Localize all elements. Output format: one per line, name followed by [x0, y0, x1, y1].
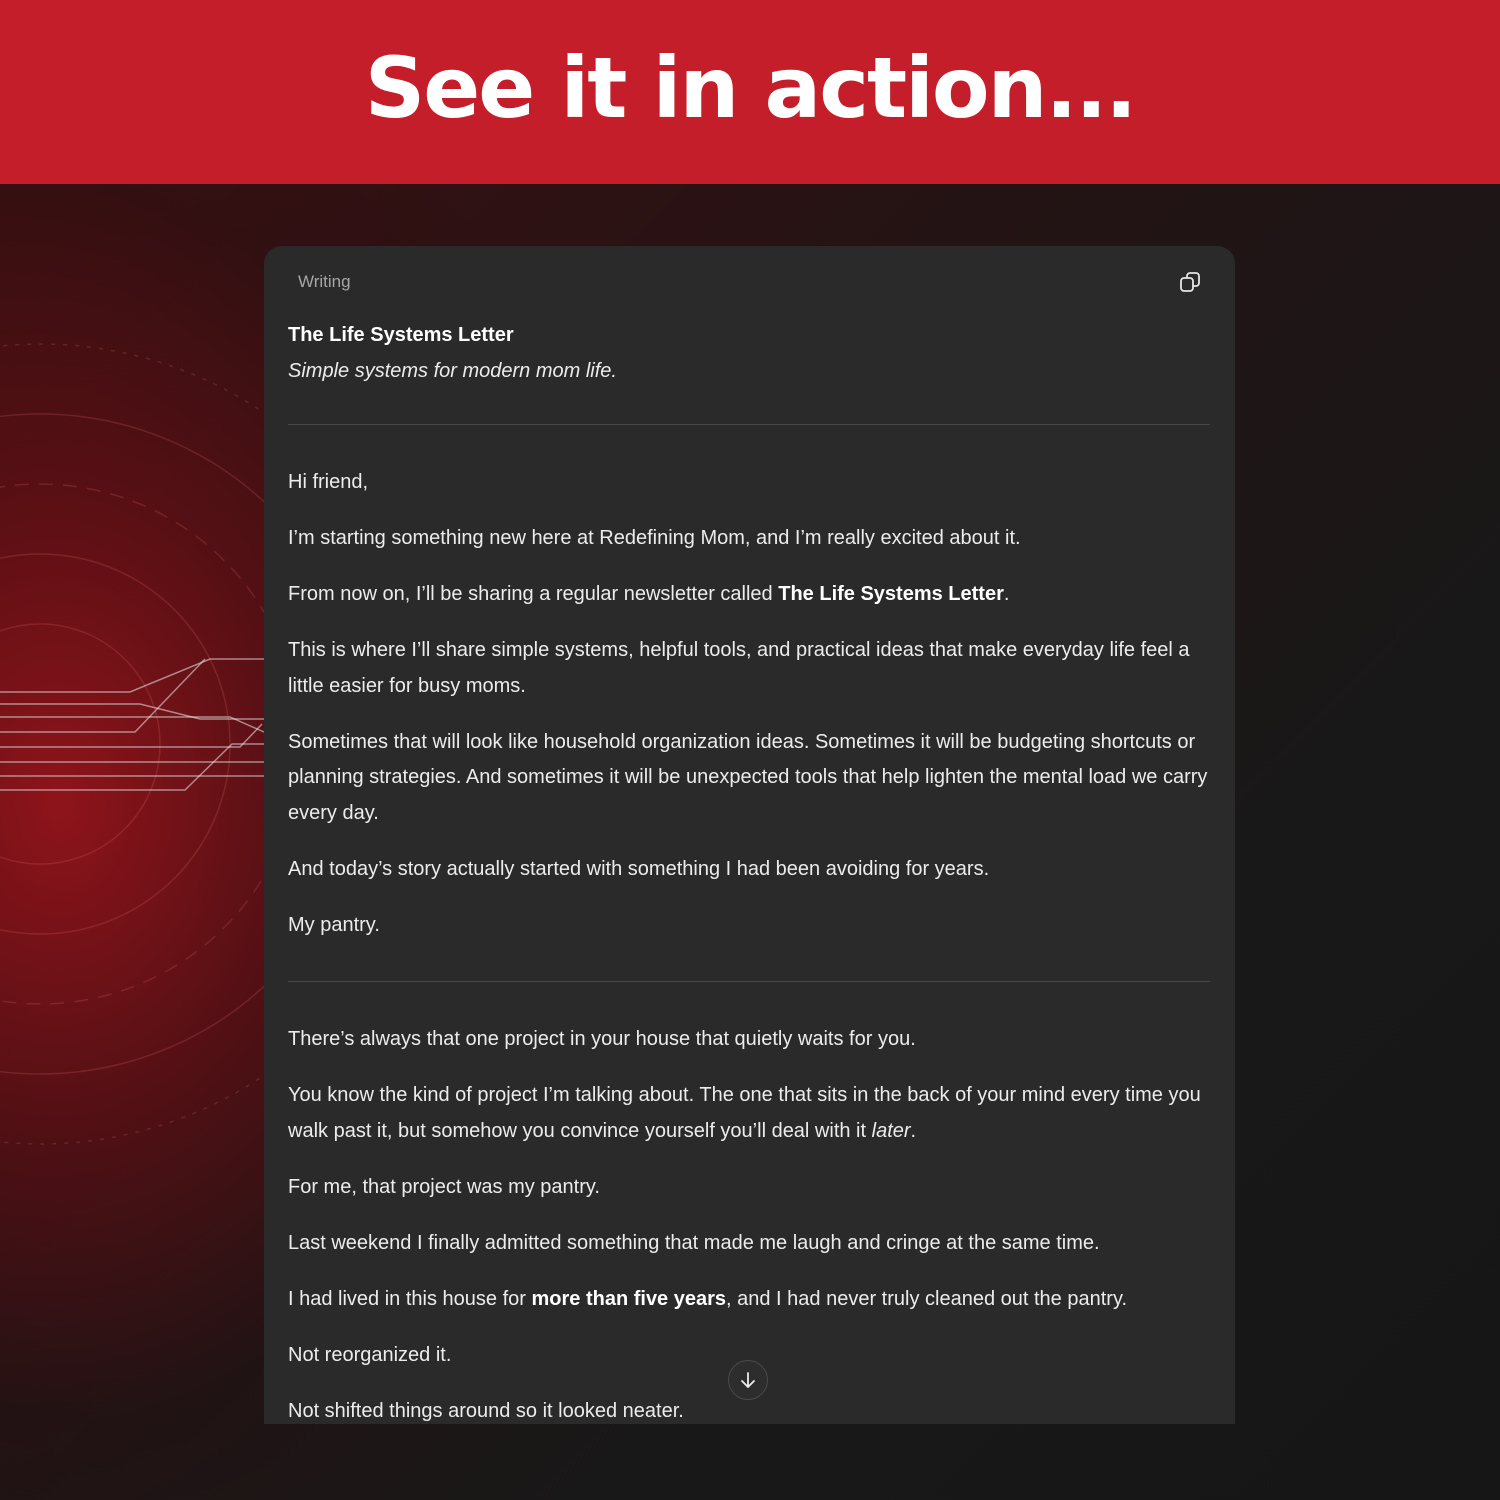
- banner-title: See it in action...: [364, 39, 1137, 137]
- section-divider: [288, 981, 1210, 982]
- document-tagline: Simple systems for modern mom life.: [288, 360, 617, 382]
- document-title: The Life Systems Letter: [288, 324, 514, 346]
- paragraph: I’m starting something new here at Redef…: [288, 527, 1021, 549]
- copy-icon: [1180, 272, 1200, 292]
- paragraph: For me, that project was my pantry.: [288, 1175, 600, 1198]
- bold-text: The Life Systems Letter: [778, 583, 1004, 605]
- paragraph: From now on, I’ll be sharing a regular n…: [288, 583, 1010, 605]
- paragraph: And today’s story actually started with …: [288, 857, 990, 880]
- bold-text: more than five years: [531, 1287, 727, 1310]
- paragraph: Sometimes that will look like household …: [288, 730, 1208, 824]
- italic-text: later: [871, 1119, 911, 1142]
- document-content: The Life Systems Letter Simple systems f…: [288, 320, 1210, 1424]
- paragraph: You know the kind of project I’m talking…: [288, 1084, 1201, 1142]
- copy-button[interactable]: [1176, 268, 1204, 296]
- canvas-type-label: Writing: [298, 272, 351, 291]
- decorative-circuit-graphic: [0, 343, 270, 1145]
- scroll-down-button[interactable]: [728, 1360, 768, 1400]
- paragraph: I had lived in this house for more than …: [288, 1287, 1128, 1310]
- paragraph: There’s always that one project in your …: [288, 1028, 916, 1050]
- header-banner: See it in action...: [0, 0, 1500, 184]
- paragraph: Last weekend I finally admitted somethin…: [288, 1231, 1100, 1254]
- arrow-down-icon: [741, 1372, 755, 1388]
- section-divider: [288, 424, 1210, 425]
- paragraph: My pantry.: [288, 913, 380, 936]
- paragraph: This is where I’ll share simple systems,…: [288, 639, 1190, 697]
- paragraph: Hi friend,: [288, 471, 369, 493]
- writing-canvas-card: Writing The Life Systems Letter Simple s…: [264, 246, 1235, 1424]
